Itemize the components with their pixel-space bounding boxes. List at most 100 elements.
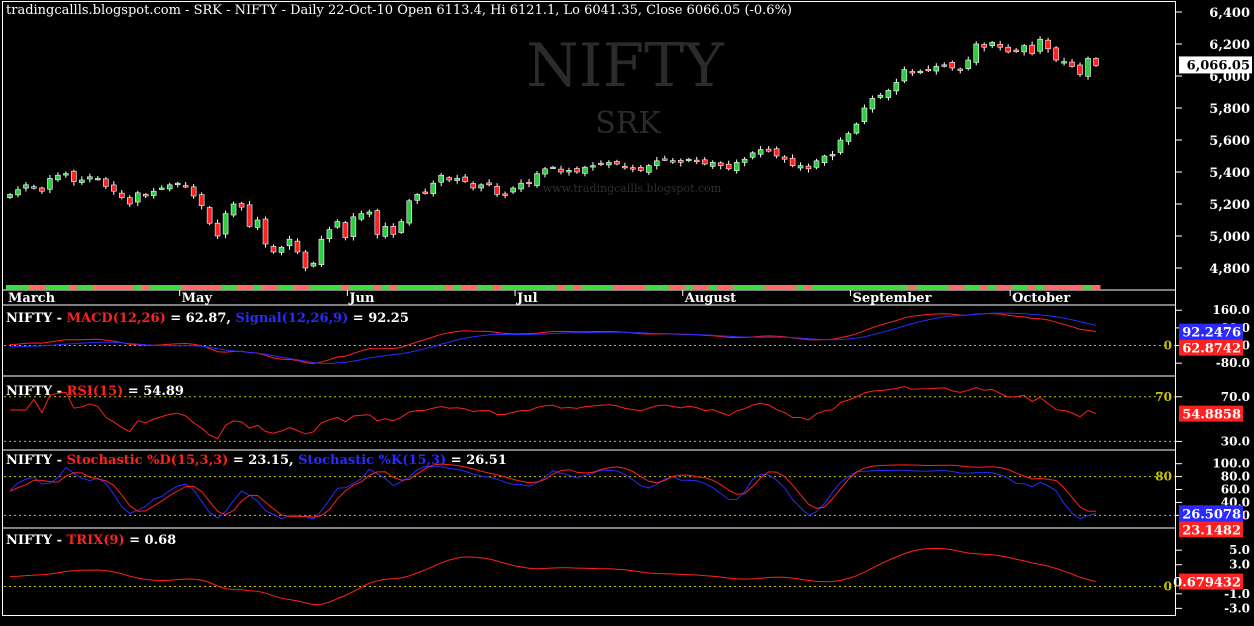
trend-cell: [301, 285, 310, 290]
trend-cell: [612, 285, 622, 290]
candle-down: [1093, 58, 1099, 66]
trend-cell: [317, 285, 326, 290]
candle-down: [1077, 64, 1083, 75]
candle-down: [470, 183, 476, 189]
trend-cell: [405, 285, 414, 290]
candle-up: [55, 174, 61, 181]
trend-cell: [1020, 285, 1029, 290]
trend-cell: [996, 285, 1005, 290]
trend-cell: [596, 285, 606, 290]
trend-cell: [237, 285, 247, 290]
candle-up: [318, 238, 325, 265]
trend-cell: [69, 285, 79, 290]
trend-cell: [541, 285, 550, 290]
price-tick-label: 5,600: [1209, 134, 1250, 149]
trend-cell: [588, 285, 598, 290]
trend-cell: [453, 285, 462, 290]
watermark-main: NIFTY: [526, 31, 725, 101]
trend-cell: [780, 285, 790, 290]
indicator-tick-label: -3.0: [1224, 601, 1250, 615]
trend-cell: [429, 285, 438, 290]
trend-cell: [796, 285, 806, 290]
last-value-label: 23.1482: [1182, 523, 1241, 538]
candle-up: [366, 211, 373, 215]
indicator-tick-label: 100.0: [1212, 457, 1250, 471]
candle-down: [238, 203, 245, 208]
trend-cell: [365, 285, 374, 290]
trend-cell: [748, 285, 758, 290]
candle-up: [877, 94, 884, 98]
trend-cell: [253, 285, 263, 290]
indicator-tick-label: 5.0: [1229, 543, 1250, 557]
candle-down: [693, 159, 700, 162]
trend-cell: [852, 285, 861, 290]
candle-up: [1061, 61, 1067, 64]
trend-cell: [1028, 285, 1037, 290]
candle-down: [614, 161, 620, 165]
trend-cell: [908, 285, 917, 290]
trend-cell: [828, 285, 837, 290]
trend-cell: [485, 285, 494, 290]
trend-cell: [1044, 285, 1053, 290]
candle-up: [861, 107, 868, 122]
trend-cell: [189, 285, 199, 290]
trend-cell: [884, 285, 893, 290]
trend-cell: [21, 285, 31, 290]
trend-bar: [6, 285, 1101, 290]
trend-cell: [860, 285, 869, 290]
candle-up: [478, 184, 484, 189]
trend-cell: [341, 285, 350, 290]
candle-up: [973, 43, 980, 63]
trend-cell: [564, 285, 574, 290]
watermark-url: www.tradingcallls.blogspot.com: [543, 182, 722, 195]
trend-cell: [644, 285, 654, 290]
month-label: October: [1012, 291, 1070, 306]
indicator-tick-label: 30.0: [1221, 434, 1250, 448]
trend-cell: [556, 285, 566, 290]
candle-down: [997, 44, 1003, 48]
last-value-label: 54.8858: [1182, 408, 1241, 423]
candle-down: [670, 160, 676, 163]
candle-up: [837, 139, 844, 153]
month-labels: March May Jun Jul August September October: [8, 290, 1070, 306]
trend-cell: [269, 285, 279, 290]
trend-cell: [740, 285, 750, 290]
chart-title: tradingcallls.blogspot.com - SRK - NIFTY…: [6, 3, 792, 18]
trix-panel: NIFTY - TRIX(9) = 0.68 05.03.0-1.0-3.00.…: [4, 533, 1250, 615]
trend-cell: [525, 285, 534, 290]
trend-cell: [684, 285, 694, 290]
candle-up: [510, 187, 516, 193]
trend-cell: [389, 285, 398, 290]
candle-up: [438, 174, 444, 183]
candle-down: [1005, 46, 1011, 53]
trend-cell: [373, 285, 382, 290]
candle-up: [1085, 58, 1091, 77]
candle-up: [310, 262, 317, 267]
trend-cell: [397, 285, 406, 290]
candle-up: [47, 178, 53, 190]
stock-chart: NIFTY SRK www.tradingcallls.blogspot.com…: [2, 1, 1252, 616]
watermark-sub: SRK: [595, 106, 661, 141]
candle-down: [422, 191, 429, 194]
indicator-tick-label: 80.0: [1221, 470, 1250, 484]
reference-label: 0: [1164, 339, 1172, 353]
last-value-label: 26.5078: [1182, 507, 1241, 522]
trend-cell: [1068, 285, 1077, 290]
trend-cell: [660, 285, 670, 290]
candle-down: [1053, 47, 1059, 61]
candle-down: [622, 166, 628, 169]
trend-cell: [772, 285, 782, 290]
trend-cell: [421, 285, 430, 290]
candle-down: [773, 148, 780, 157]
candle-up: [566, 170, 572, 173]
candle-up: [87, 176, 93, 180]
trend-cell: [668, 285, 678, 290]
trix-title: NIFTY - TRIX(9) = 0.68: [6, 533, 176, 548]
candle-down: [598, 162, 604, 165]
trend-cell: [85, 285, 95, 290]
trend-cell: [205, 285, 215, 290]
trend-cell: [812, 285, 822, 290]
month-label: August: [684, 291, 736, 306]
candle-down: [246, 204, 253, 227]
candle-up: [917, 70, 924, 74]
